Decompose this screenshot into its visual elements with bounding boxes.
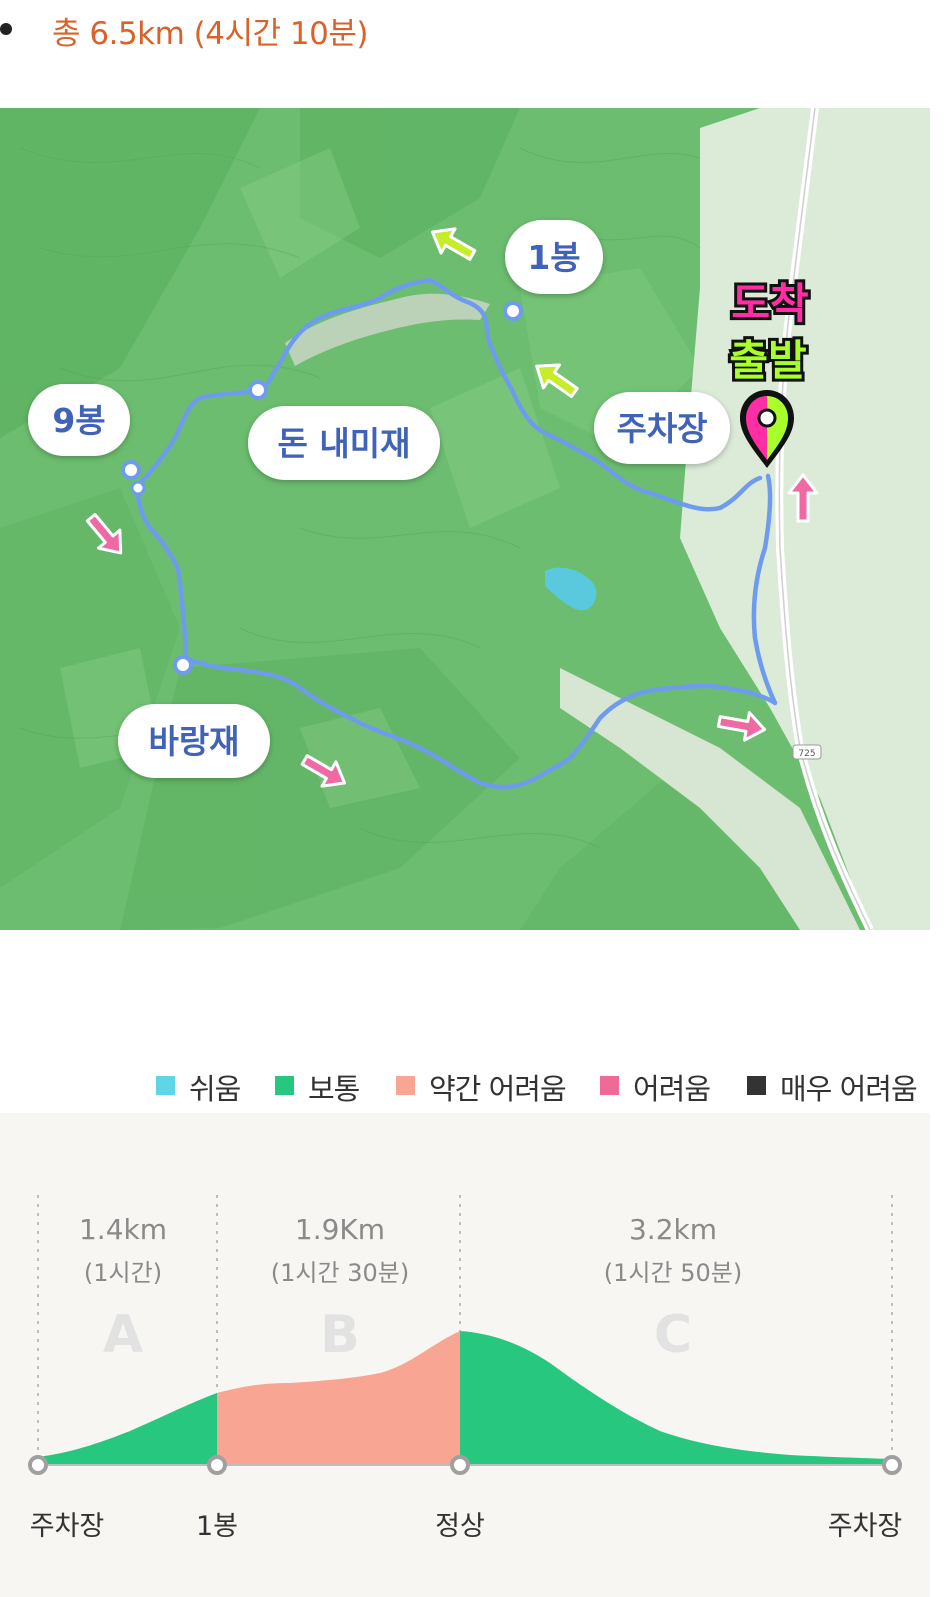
segment-b-letter: B [320,1305,360,1365]
point-label-end: 주차장 [827,1511,903,1542]
point-marker [450,1455,470,1475]
waypoint-donnaemijae [248,380,268,400]
point-marker [207,1455,227,1475]
label-1bong: 1봉 [505,220,603,294]
point-marker [882,1455,902,1475]
legend-swatch [747,1076,766,1095]
difficulty-legend: 쉬움 보통 약간 어려움 어려움 매우 어려움 [0,1066,930,1106]
legend-label: 보통 [308,1072,360,1106]
departure-label: 출발 [729,336,806,385]
legend-swatch [396,1076,415,1095]
waypoint-baramjae [173,655,193,675]
segment-c-time: (1시간 50분) [603,1259,743,1287]
segment-a-time: (1시간) [83,1259,163,1287]
profile-segment-a [38,1393,217,1465]
segment-c-distance: 3.2km [628,1213,718,1246]
legend-label: 쉬움 [189,1072,241,1106]
route-summary: 총 6.5km (4시간 10분) [0,0,947,60]
segment-b-time: (1시간 30분) [270,1259,410,1287]
trail-map[interactable]: 725 1봉 9봉 돈 내미재 주차장 바랑재 도착 출발 [0,108,930,930]
svg-text:9봉: 9봉 [52,401,105,440]
segment-b-distance: 1.9Km [294,1213,386,1246]
bullet-icon [0,23,12,35]
segment-a-letter: A [102,1305,144,1365]
svg-text:바랑재: 바랑재 [148,722,239,761]
route-total: 총 6.5km (4시간 10분) [52,16,368,52]
waypoint-1bong [503,301,523,321]
svg-text:주차장: 주차장 [616,409,707,448]
legend-swatch [600,1076,619,1095]
segment-c-letter: C [653,1305,693,1365]
legend-label: 매우 어려움 [780,1072,918,1106]
label-donnaemijae: 돈 내미재 [248,406,440,480]
legend-swatch [275,1076,294,1095]
waypoint-9bong [121,460,141,480]
legend-swatch [156,1076,175,1095]
waypoint-9bong-b [130,480,146,496]
point-label-summit: 정상 [435,1511,485,1542]
svg-text:돈 내미재: 돈 내미재 [278,424,411,463]
segment-a-distance: 1.4km [78,1213,168,1246]
legend-label: 약간 어려움 [429,1072,567,1106]
label-9bong: 9봉 [28,384,130,456]
road-number-badge: 725 [792,744,822,760]
point-marker [28,1455,48,1475]
label-baramjae: 바랑재 [118,704,270,778]
arrival-label: 도착 [731,279,808,328]
road-number: 725 [798,749,815,759]
legend-label: 어려움 [633,1072,711,1106]
svg-text:1봉: 1봉 [527,238,580,277]
label-parking: 주차장 [594,392,730,464]
point-label-1bong: 1봉 [195,1511,239,1542]
point-label-start: 주차장 [29,1511,105,1542]
elevation-profile: 1.4km (1시간) A 1.9Km (1시간 30분) B 3.2km (1… [0,1113,930,1597]
